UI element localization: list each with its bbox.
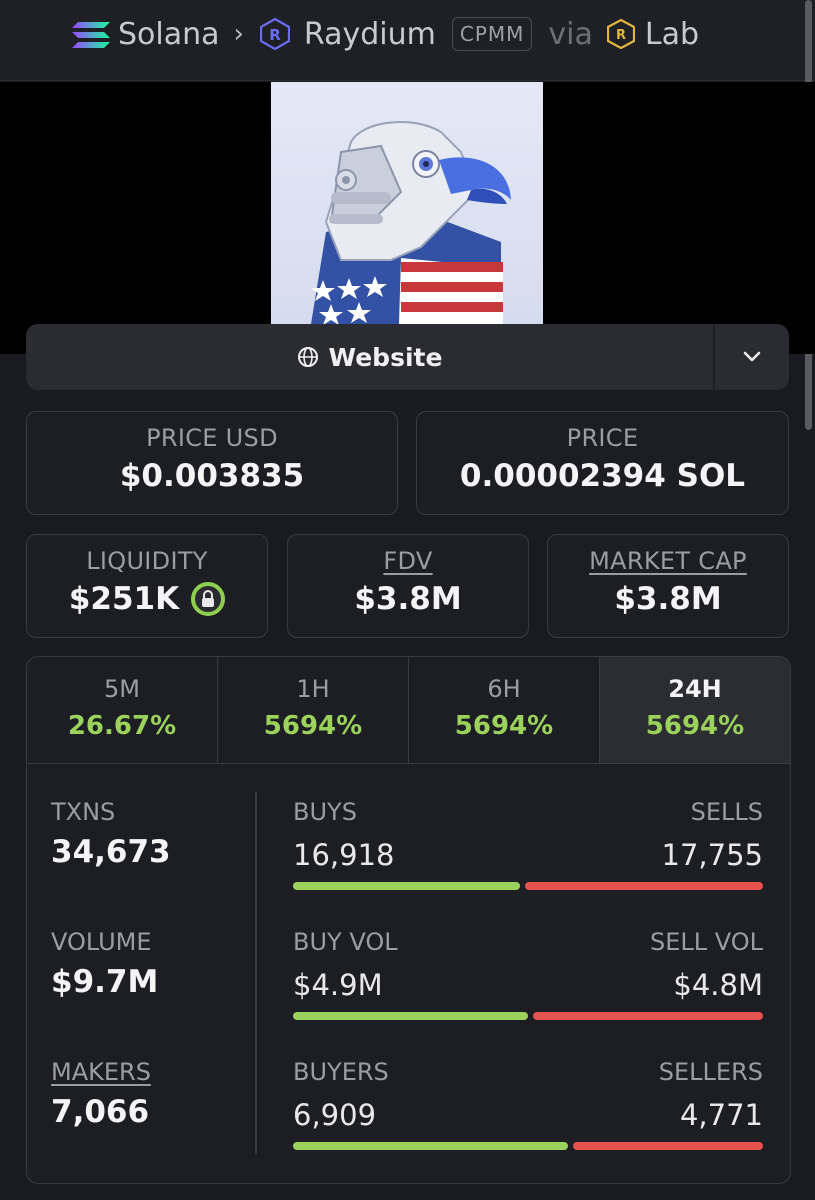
buy-vol-bar: [293, 1012, 528, 1020]
breadcrumb-launchpad[interactable]: Lab: [645, 17, 699, 52]
website-label: Website: [328, 342, 443, 372]
volume-bar: [293, 1012, 763, 1020]
makers-value: 7,066: [51, 1094, 150, 1130]
volume-value: $9.7M: [51, 964, 159, 1000]
tab-label: 1H: [296, 675, 330, 703]
breadcrumb: Solana › R Raydium CPMM via R Lab: [72, 14, 699, 54]
lock-icon[interactable]: [191, 582, 226, 616]
sells-bar: [524, 882, 763, 890]
solana-logo-icon[interactable]: [72, 21, 110, 48]
buys-sells-split: BUYS SELLS 16,918 17,755: [293, 798, 763, 890]
raydium-logo-icon[interactable]: R: [259, 17, 291, 51]
sellers-bar: [573, 1142, 763, 1150]
txns-label: TXNS: [51, 798, 116, 826]
stats-panel: 5M 26.67% 1H 5694% 6H 5694% 24H 5694% TX…: [26, 656, 791, 1184]
via-label: via: [548, 16, 593, 52]
tab-change: 26.67%: [67, 711, 177, 741]
makers-metric[interactable]: MAKERS 7,066: [51, 1058, 151, 1130]
liquidity-label: LIQUIDITY: [86, 547, 208, 575]
tab-1h[interactable]: 1H 5694%: [218, 657, 409, 763]
token-banner: [0, 82, 815, 354]
tab-change: 5694%: [263, 711, 363, 741]
tab-label: 5M: [104, 675, 140, 703]
buys-sells-bar: [293, 882, 763, 890]
buyers-bar: [293, 1142, 569, 1150]
makers-bar: [293, 1142, 763, 1150]
sellers-value: 4,771: [679, 1098, 763, 1132]
liquidity-value: $251K: [68, 581, 180, 617]
buyers-value: 6,909: [293, 1098, 377, 1132]
price-native-value: 0.00002394 SOL: [459, 458, 746, 494]
chevron-down-icon: [743, 351, 761, 362]
liquidity-card: LIQUIDITY $251K: [26, 534, 268, 638]
tab-label: 6H: [487, 675, 521, 703]
svg-text:R: R: [616, 28, 626, 43]
fdv-value: $3.8M: [354, 581, 462, 617]
buyers-label: BUYERS: [293, 1058, 389, 1086]
buy-vol-label: BUY VOL: [293, 928, 398, 956]
buys-label: BUYS: [293, 798, 357, 826]
price-native-label: PRICE: [566, 424, 639, 452]
chevron-right-icon: ›: [233, 19, 244, 49]
tab-label: 24H: [668, 675, 722, 703]
sell-vol-label: SELL VOL: [649, 928, 763, 956]
lab-logo-icon[interactable]: R: [606, 18, 636, 50]
price-usd-value: $0.003835: [119, 458, 305, 494]
breadcrumb-dex[interactable]: Raydium: [304, 17, 436, 52]
buy-sell-volume-split: BUY VOL SELL VOL $4.9M $4.8M: [293, 928, 763, 1020]
price-usd-card: PRICE USD $0.003835: [26, 411, 398, 515]
makers-label[interactable]: MAKERS: [51, 1058, 151, 1086]
buys-value: 16,918: [293, 838, 395, 872]
svg-text:R: R: [269, 26, 281, 44]
buys-bar: [293, 882, 520, 890]
top-bar: Solana › R Raydium CPMM via R Lab: [0, 0, 815, 81]
token-image: [271, 82, 543, 324]
sell-vol-value: $4.8M: [673, 968, 763, 1002]
globe-icon: [297, 347, 318, 367]
txns-value: 34,673: [51, 834, 171, 870]
tab-change: 5694%: [454, 711, 554, 741]
tab-24h[interactable]: 24H 5694%: [600, 657, 790, 763]
timeframe-tabs: 5M 26.67% 1H 5694% 6H 5694% 24H 5694%: [27, 657, 790, 764]
market-cap-label[interactable]: MARKET CAP: [548, 547, 788, 575]
market-cap-value: $3.8M: [614, 581, 722, 617]
tab-6h[interactable]: 6H 5694%: [409, 657, 600, 763]
price-native-card: PRICE 0.00002394 SOL: [416, 411, 789, 515]
volume-metric: VOLUME $9.7M: [51, 928, 158, 1000]
market-cap-card[interactable]: MARKET CAP $3.8M: [547, 534, 789, 638]
sell-vol-bar: [532, 1012, 763, 1020]
pool-type-badge: CPMM: [451, 17, 533, 51]
links-dropdown-button[interactable]: [713, 324, 789, 390]
txns-metric: TXNS 34,673: [51, 798, 171, 870]
sellers-label: SELLERS: [658, 1058, 763, 1086]
buyers-sellers-split: BUYERS SELLERS 6,909 4,771: [293, 1058, 763, 1150]
sells-label: SELLS: [690, 798, 763, 826]
website-button[interactable]: Website: [26, 324, 713, 390]
buy-vol-value: $4.9M: [293, 968, 383, 1002]
price-usd-label: PRICE USD: [146, 424, 278, 452]
fdv-label[interactable]: FDV: [288, 547, 528, 575]
links-row: Website: [26, 324, 789, 390]
liquidity-value-row: $251K: [27, 581, 267, 617]
sells-value: 17,755: [661, 838, 763, 872]
fdv-card[interactable]: FDV $3.8M: [287, 534, 529, 638]
breadcrumb-chain[interactable]: Solana: [118, 17, 220, 52]
tab-change: 5694%: [645, 711, 745, 741]
volume-label: VOLUME: [51, 928, 152, 956]
tab-5m[interactable]: 5M 26.67%: [27, 657, 218, 763]
stats-divider: [255, 792, 257, 1154]
